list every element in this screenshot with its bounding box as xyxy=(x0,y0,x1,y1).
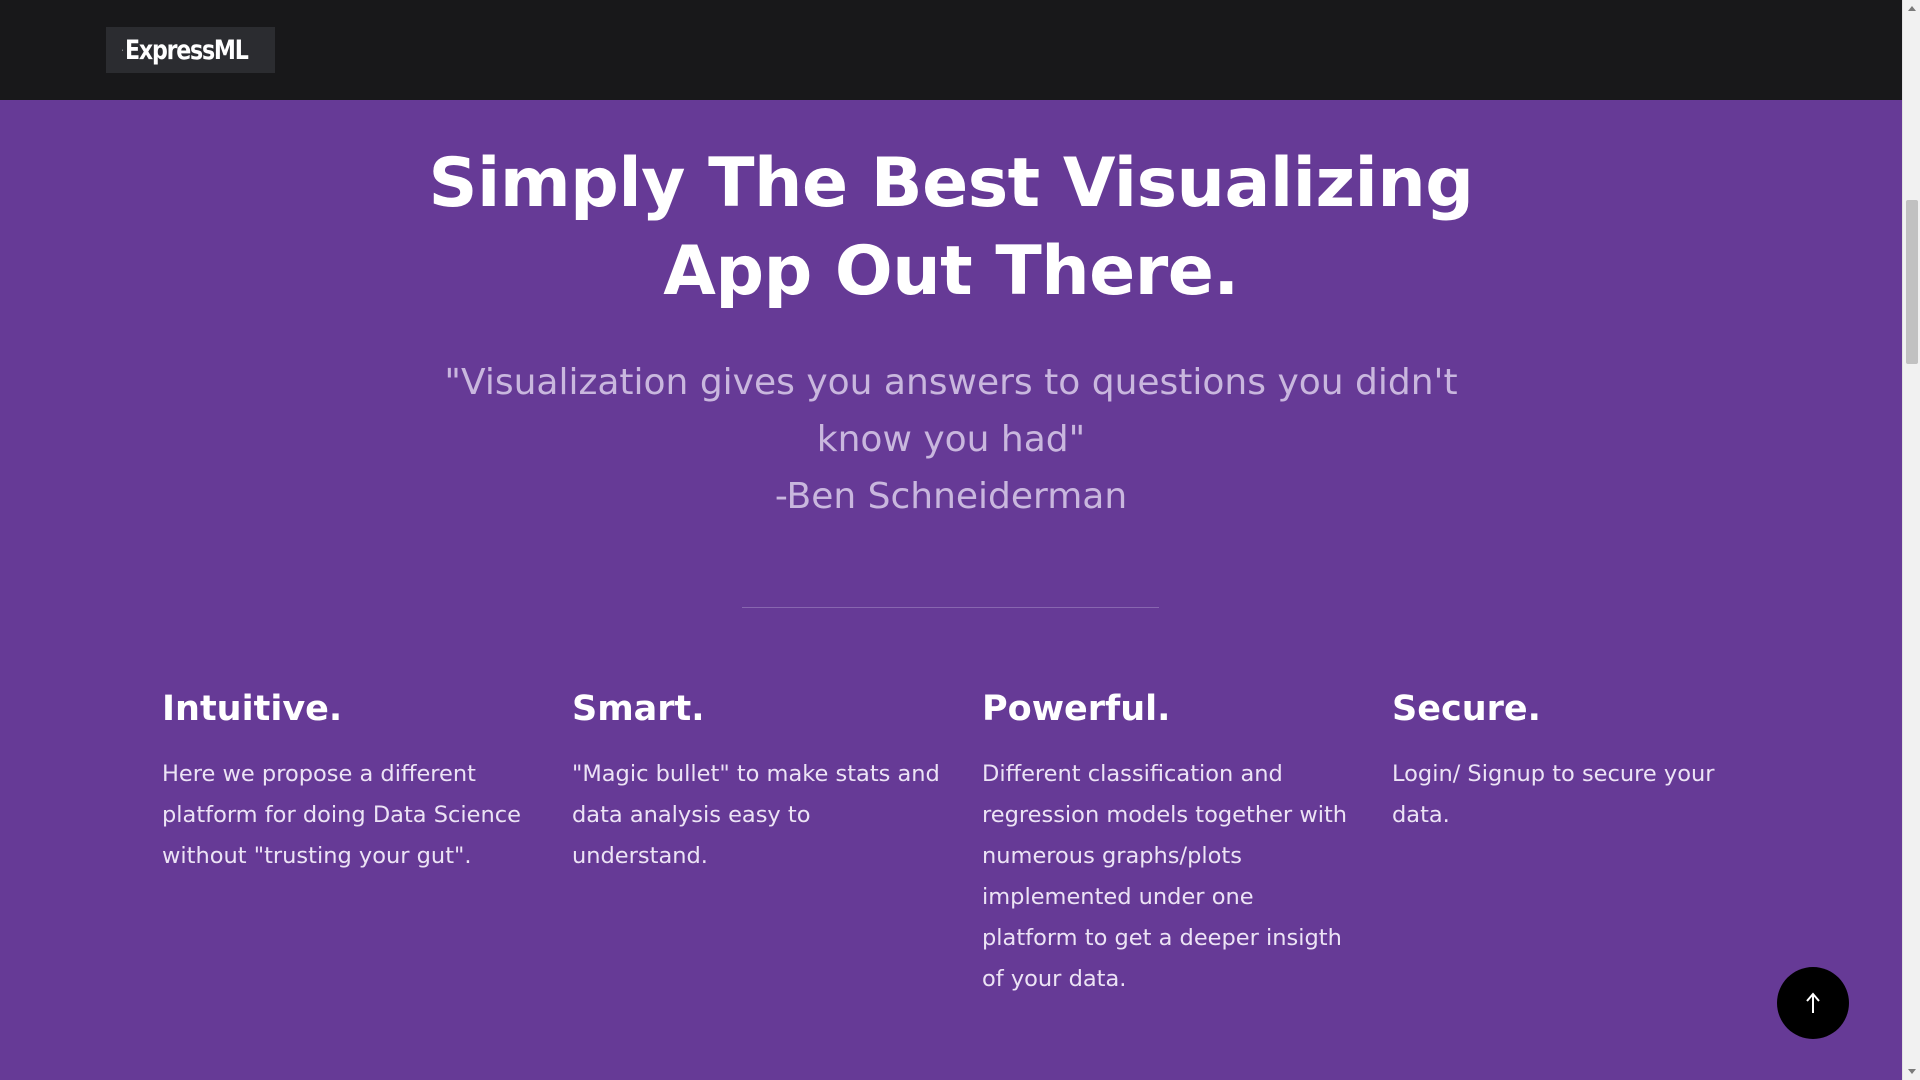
feature-title: Powerful. xyxy=(982,689,1171,729)
feature-description: Different classification and regression … xyxy=(982,761,1348,992)
back-to-top-button[interactable] xyxy=(1777,967,1849,1039)
feature-title: Smart. xyxy=(572,689,705,729)
quote-author: -Ben Schneiderman xyxy=(774,476,1128,517)
scroll-up-arrow-icon[interactable] xyxy=(1903,0,1920,17)
scroll-down-arrow-icon[interactable] xyxy=(1903,1063,1920,1080)
quote-line-1: "Visualization gives you answers to ques… xyxy=(444,362,1458,403)
logo-link[interactable]: ExpressML xyxy=(106,27,275,73)
quote-line-2: know you had" xyxy=(816,419,1086,460)
logo-text: ExpressML xyxy=(125,34,249,66)
scrollbar-thumb[interactable] xyxy=(1906,200,1918,364)
feature-powerful: Powerful. Different classification and r… xyxy=(982,684,1392,1000)
feature-intuitive: Intuitive. Here we propose a different p… xyxy=(162,684,572,1000)
feature-description: Here we propose a different platform for… xyxy=(162,761,521,869)
top-navbar: ExpressML xyxy=(0,0,1902,100)
hero-title: Simply The Best Visualizing App Out Ther… xyxy=(0,140,1902,316)
pyramid-logo-icon xyxy=(122,49,124,51)
section-divider xyxy=(742,607,1159,608)
features-section: Intuitive. Here we propose a different p… xyxy=(162,684,1802,1000)
feature-title: Intuitive. xyxy=(162,689,343,729)
hero-title-line-1: Simply The Best Visualizing xyxy=(428,144,1474,223)
feature-title: Secure. xyxy=(1392,689,1541,729)
feature-secure: Secure. Login/ Signup to secure your dat… xyxy=(1392,684,1802,1000)
feature-smart: Smart. "Magic bullet" to make stats and … xyxy=(572,684,982,1000)
arrow-up-icon xyxy=(1806,992,1820,1013)
feature-description: "Magic bullet" to make stats and data an… xyxy=(572,761,940,869)
hero-title-line-2: App Out There. xyxy=(663,232,1239,311)
vertical-scrollbar[interactable] xyxy=(1902,0,1920,1080)
hero-quote: "Visualization gives you answers to ques… xyxy=(0,354,1902,525)
landing-page: ExpressML Simply The Best Visualizing Ap… xyxy=(0,0,1902,1080)
feature-description: Login/ Signup to secure your data. xyxy=(1392,761,1715,828)
